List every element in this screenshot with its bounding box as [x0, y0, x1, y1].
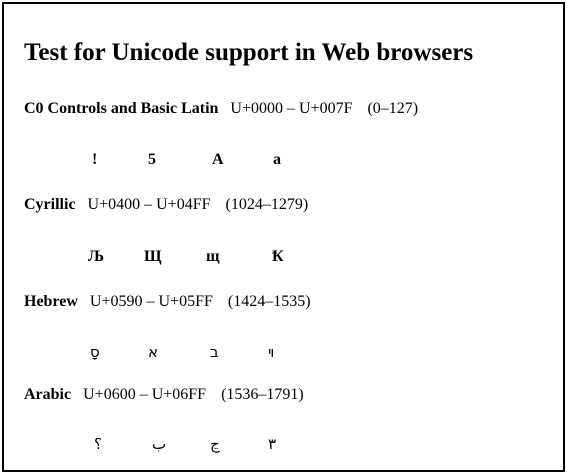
section-decimal-range: (0–127): [367, 100, 419, 117]
section-header-cyrillic: Cyrillic U+0400 – U+04FF (1024–1279): [24, 197, 308, 213]
section-header-basic-latin: C0 Controls and Basic Latin U+0000 – U+0…: [24, 101, 418, 117]
sample-char: A: [212, 151, 224, 168]
section-header-hebrew: Hebrew U+0590 – U+05FF (1424–1535): [24, 294, 311, 310]
sample-char: ب: [152, 435, 167, 453]
section-range: U+0590 – U+05FF: [89, 293, 213, 310]
sample-char: ָס: [90, 343, 100, 361]
page-frame: Test for Unicode support in Web browsers…: [2, 2, 565, 472]
sample-char: a: [273, 151, 281, 168]
section-header-arabic: Arabic U+0600 – U+06FF (1536–1791): [24, 387, 304, 403]
sample-char: ױ: [268, 343, 275, 361]
sample-char: ב: [210, 343, 219, 361]
sample-char: ڃ: [210, 435, 220, 453]
section-name: C0 Controls and Basic Latin: [24, 100, 219, 117]
sample-char: Љ: [88, 248, 105, 265]
section-name: Arabic: [24, 386, 72, 403]
section-name: Hebrew: [24, 293, 78, 310]
sample-char: ٣: [268, 435, 277, 453]
sample-char: щ: [206, 248, 220, 265]
sample-char: Ҟ: [272, 248, 284, 265]
sample-char: א: [148, 343, 159, 361]
sample-char: Щ: [144, 248, 162, 265]
section-decimal-range: (1424–1535): [227, 293, 311, 310]
sample-char: ؟: [94, 435, 102, 453]
section-decimal-range: (1024–1279): [225, 196, 309, 213]
page-title: Test for Unicode support in Web browsers: [24, 39, 474, 66]
sample-char: 5: [148, 151, 156, 168]
section-range: U+0600 – U+06FF: [83, 386, 207, 403]
sample-char: !: [92, 151, 98, 168]
section-range: U+0000 – U+007F: [230, 100, 353, 117]
section-name: Cyrillic: [24, 196, 76, 213]
section-decimal-range: (1536–1791): [221, 386, 304, 403]
section-range: U+0400 – U+04FF: [87, 196, 211, 213]
